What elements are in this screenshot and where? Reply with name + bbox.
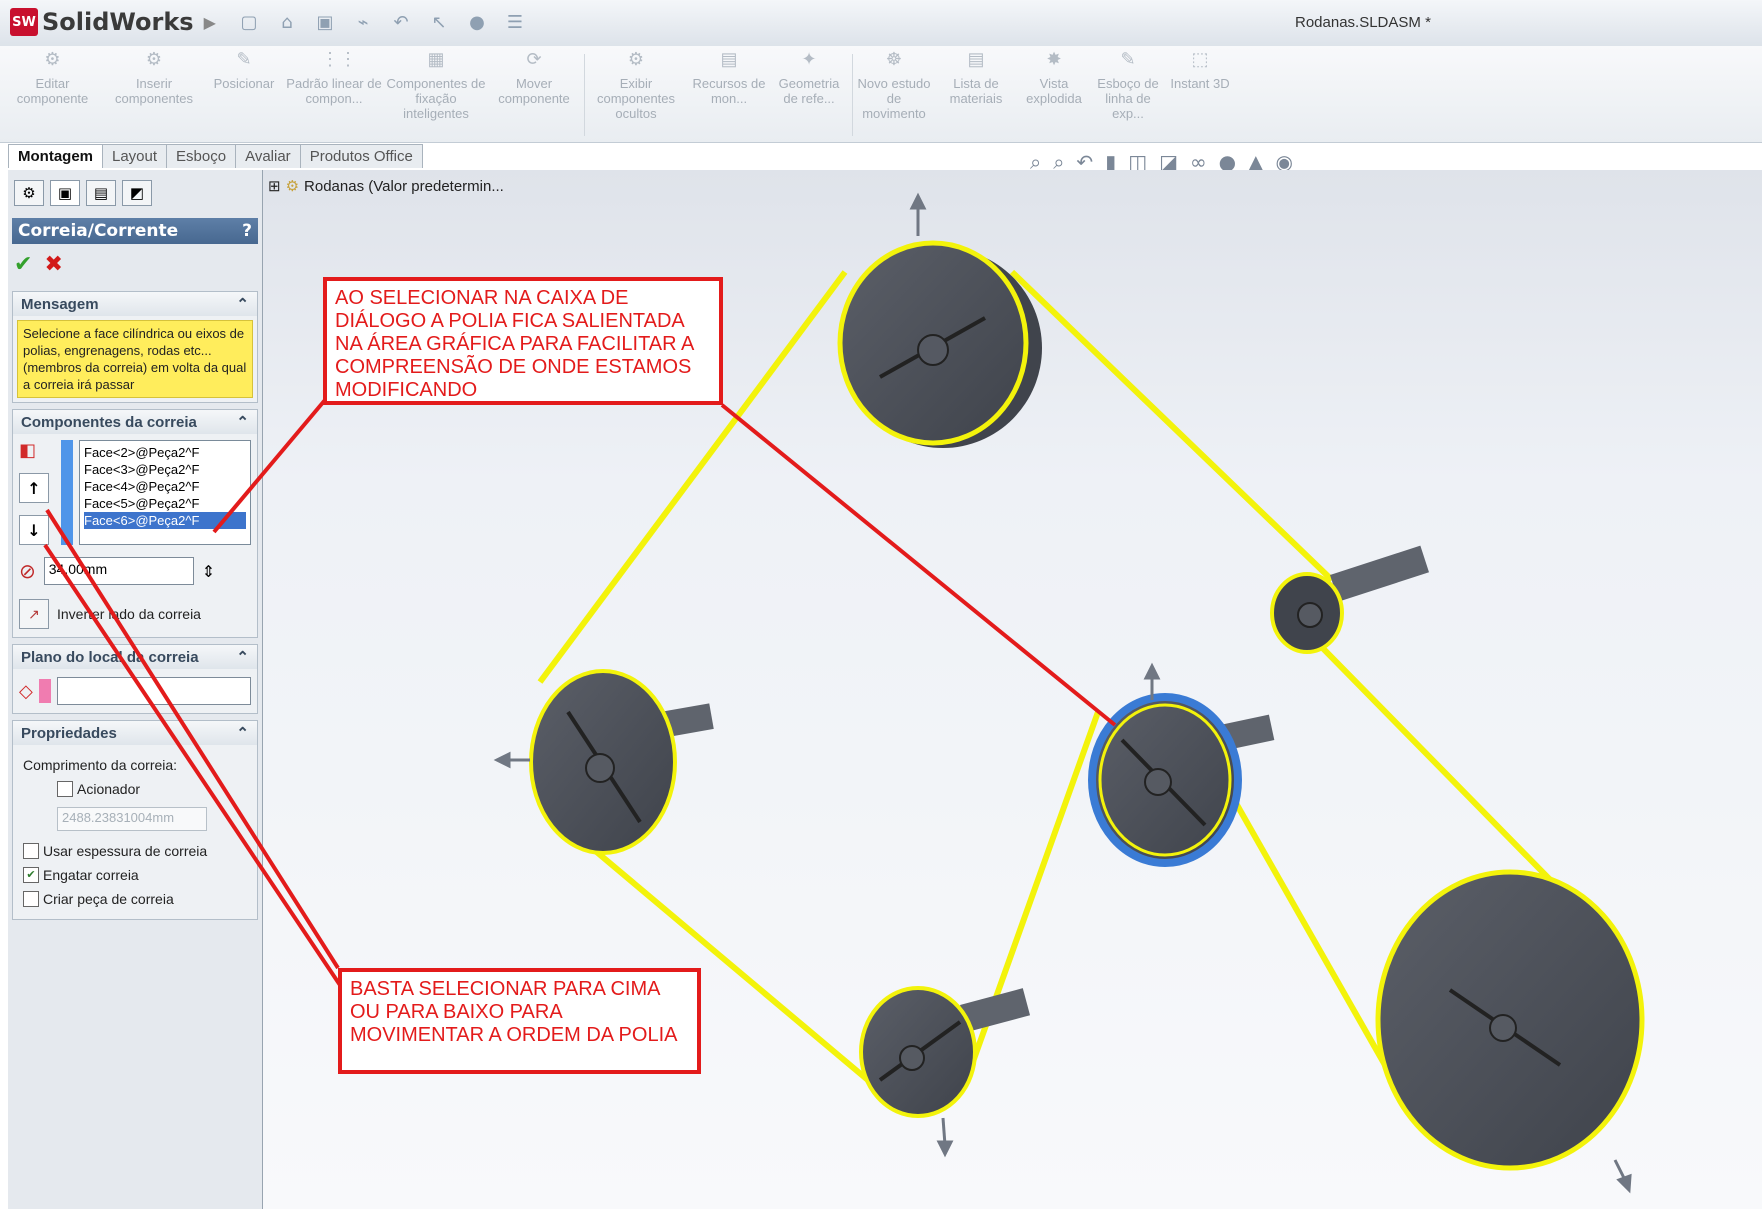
pulley-small-right[interactable] [1270, 545, 1430, 654]
pulley-bottom[interactable] [859, 986, 1031, 1118]
pulley-left[interactable] [529, 669, 714, 855]
callout-bottom: BASTA SELECIONAR PARA CIMA OU PARA BAIXO… [338, 968, 701, 1074]
assembly-graphics-svg [43, 192, 1645, 1194]
pulley-center-selected[interactable] [1088, 693, 1275, 867]
pulley-large[interactable] [1375, 869, 1645, 1171]
callout-top: AO SELECIONAR NA CAIXA DE DIÁLOGO A POLI… [323, 277, 723, 405]
